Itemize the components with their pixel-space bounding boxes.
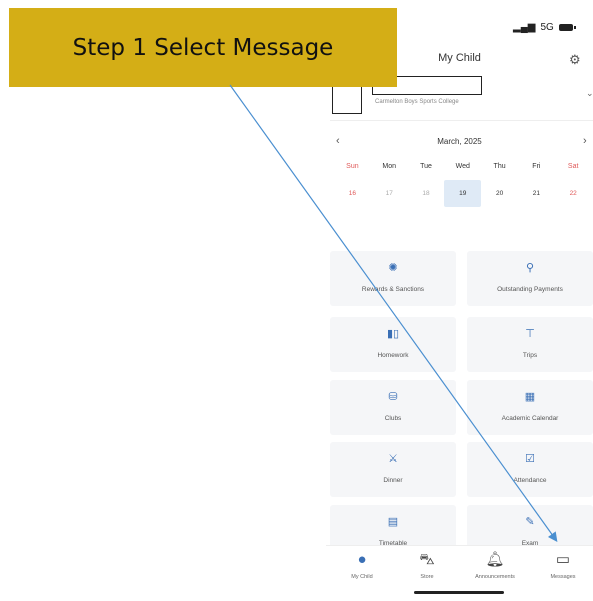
feature-tile[interactable]: ⛁ Clubs	[330, 380, 456, 435]
step-banner: Step 1 Select Message	[9, 8, 397, 87]
bell-icon: 🔔︎	[485, 551, 505, 568]
battery-icon	[558, 24, 576, 31]
calendar-month: March, 2025	[437, 137, 482, 146]
timetable-icon: ▤	[387, 516, 399, 528]
feature-tile[interactable]: ☑ Attendance	[467, 442, 593, 497]
nav-label: Store	[420, 574, 434, 580]
weekday-label: Wed	[455, 163, 470, 170]
nav-label: Announcements	[475, 574, 515, 580]
feature-tile[interactable]: ⊤ Trips	[467, 317, 593, 372]
weekday-label: Sat	[567, 163, 579, 170]
weekday-label: Tue	[420, 163, 432, 170]
signal-icon: ▂▄▆	[513, 22, 536, 33]
network-label: 5G	[540, 22, 554, 33]
calendar-date[interactable]: 18	[408, 180, 445, 207]
signpost-icon: ⊤	[525, 328, 535, 340]
school-name: Carmelton Boys Sports College	[375, 99, 459, 105]
feature-tile-label: Academic Calendar	[501, 415, 559, 422]
feature-tile-label: Trips	[522, 352, 538, 359]
calendar-date[interactable]: 16	[334, 180, 371, 207]
weekday-label: Fri	[532, 163, 541, 170]
nav-item[interactable]: ⛍ Store	[394, 550, 460, 580]
feature-tile-label: Outstanding Payments	[497, 286, 563, 293]
weekday-row: Sun Mon Tue Wed Thu Fri Sat	[334, 163, 592, 170]
feature-tile-label: Homework	[377, 352, 409, 359]
feature-tile-label: Attendance	[513, 477, 547, 484]
phone-screen: ▂▄▆ 5G My Child ⚙ Carmelton Boys Sports …	[326, 0, 593, 601]
feature-tile[interactable]: ▦ Academic Calendar	[467, 380, 593, 435]
home-indicator	[414, 591, 504, 594]
nav-label: My Child	[351, 574, 373, 580]
feature-tile[interactable]: ⚔ Dinner	[330, 442, 456, 497]
calendar-date[interactable]: 17	[371, 180, 408, 207]
payment-icon: ⚲	[525, 262, 535, 274]
feature-tile-label: Rewards & Sanctions	[361, 286, 425, 293]
feature-tile[interactable]: ▮▯ Homework	[330, 317, 456, 372]
weekday-label: Thu	[493, 163, 506, 170]
date-row: 16 17 18 19 20 21 22	[334, 180, 592, 207]
calendar-date[interactable]: 21	[518, 180, 555, 207]
nav-item[interactable]: ● My Child	[329, 550, 395, 580]
shopping-bag-icon: ⛍	[419, 551, 435, 568]
nav-label: Messages	[550, 574, 576, 580]
exam-icon: ✎	[525, 516, 535, 528]
calendar-header: ‹ March, 2025 ›	[326, 135, 593, 151]
avatar	[332, 84, 362, 114]
chevron-down-icon[interactable]: ⌄	[586, 88, 593, 99]
chevron-right-icon[interactable]: ›	[583, 135, 587, 147]
feature-tile-label: Dinner	[383, 477, 403, 484]
dinner-icon: ⚔	[388, 453, 398, 465]
feature-tile[interactable]: ⚲ Outstanding Payments	[467, 251, 593, 306]
calendar-date[interactable]: 20	[481, 180, 518, 207]
person-icon: ●	[357, 551, 367, 568]
message-icon: ▭	[555, 551, 571, 568]
gear-icon[interactable]: ⚙	[569, 52, 581, 68]
club-icon: ⛁	[388, 391, 398, 403]
weekday-label: Sun	[346, 163, 359, 170]
attendance-icon: ☑	[525, 453, 535, 465]
calendar-date[interactable]: 22	[555, 180, 592, 207]
weekday-label: Mon	[382, 163, 396, 170]
nav-item[interactable]: 🔔︎ Announcements	[462, 550, 528, 580]
book-icon: ▮▯	[386, 328, 400, 340]
feature-tile[interactable]: ✺ Rewards & Sanctions	[330, 251, 456, 306]
calendar-icon: ▦	[524, 391, 536, 403]
feature-tile-label: Clubs	[384, 415, 402, 422]
nav-item[interactable]: ▭ Messages	[530, 550, 593, 580]
calendar-date[interactable]: 19	[444, 180, 482, 207]
reward-icon: ✺	[388, 262, 398, 274]
